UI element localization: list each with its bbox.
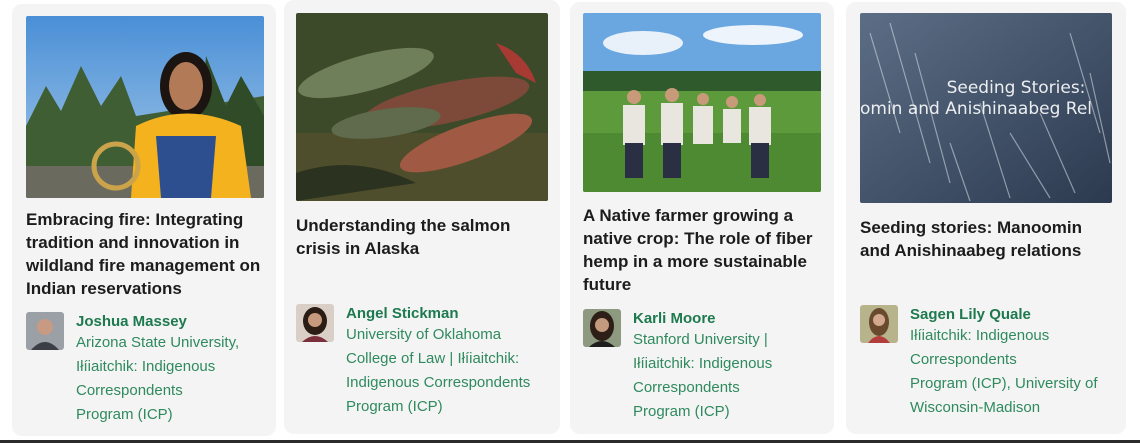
author-affiliation-line: Stanford University |: [633, 331, 768, 348]
author-affiliation-line: Program (ICP): [76, 406, 173, 423]
author-affiliation-line: Correspondents: [633, 379, 740, 396]
author-affiliation-line: Arizona State University,: [76, 334, 240, 351]
article-title[interactable]: Understanding the salmon crisis in Alask…: [296, 214, 548, 260]
author-affiliation-line: Wisconsin-Madison: [910, 399, 1041, 416]
article-title[interactable]: A Native farmer growing a native crop: T…: [583, 204, 827, 296]
author-byline: Karli Moore Stanford University | Iłíiai…: [583, 309, 772, 424]
author-affiliation-line: Program (ICP), University of: [910, 375, 1098, 392]
author-byline: Angel Stickman University of Oklahoma Co…: [296, 304, 530, 419]
author-affiliation-line: Iłíiaitchik: Indigenous: [633, 355, 773, 372]
author-affiliation-line: Iłíiaitchik: Indigenous: [76, 358, 216, 375]
author-name-link[interactable]: Joshua Massey: [76, 312, 239, 331]
author-name-link[interactable]: Angel Stickman: [346, 304, 530, 323]
article-title[interactable]: Embracing fire: Integrating tradition an…: [26, 208, 264, 300]
author-affiliation-line: Correspondents: [76, 382, 183, 399]
article-image-hemp[interactable]: [583, 13, 821, 192]
image-caption-line: omin and Anishinaabeg Rel: [860, 99, 1092, 119]
article-image-fire[interactable]: [26, 16, 264, 198]
avatar: [860, 305, 898, 343]
article-title[interactable]: Seeding stories: Manoomin and Anishinaab…: [860, 216, 1116, 262]
avatar: [296, 304, 334, 342]
article-card-seeding[interactable]: Seeding Stories: omin and Anishinaabeg R…: [846, 2, 1126, 434]
article-card-salmon[interactable]: Understanding the salmon crisis in Alask…: [284, 0, 560, 434]
avatar: [583, 309, 621, 347]
article-card-fire[interactable]: Embracing fire: Integrating tradition an…: [12, 4, 276, 436]
article-image-salmon[interactable]: [296, 13, 548, 201]
author-affiliation-line: Iłíiaitchik: Indigenous: [910, 327, 1050, 344]
author-affiliation-line: Indigenous Correspondents: [346, 374, 531, 391]
article-image-seeding[interactable]: Seeding Stories: omin and Anishinaabeg R…: [860, 13, 1112, 203]
article-card-grid: Embracing fire: Integrating tradition an…: [0, 0, 1140, 443]
author-affiliation-line: Program (ICP): [633, 403, 730, 420]
author-affiliation-line: University of Oklahoma: [346, 326, 502, 343]
article-card-hemp[interactable]: A Native farmer growing a native crop: T…: [570, 2, 834, 434]
author-name-link[interactable]: Karli Moore: [633, 309, 772, 328]
author-name-link[interactable]: Sagen Lily Quale: [910, 305, 1098, 324]
author-byline: Sagen Lily Quale Iłíiaitchik: Indigenous…: [860, 305, 1098, 420]
author-affiliation-line: College of Law | Iłíiaitchik:: [346, 350, 520, 367]
author-affiliation-line: Program (ICP): [346, 398, 443, 415]
author-affiliation-line: Correspondents: [910, 351, 1017, 368]
avatar: [26, 312, 64, 350]
author-byline: Joshua Massey Arizona State University, …: [26, 312, 239, 427]
image-caption-line: Seeding Stories:: [947, 78, 1086, 98]
